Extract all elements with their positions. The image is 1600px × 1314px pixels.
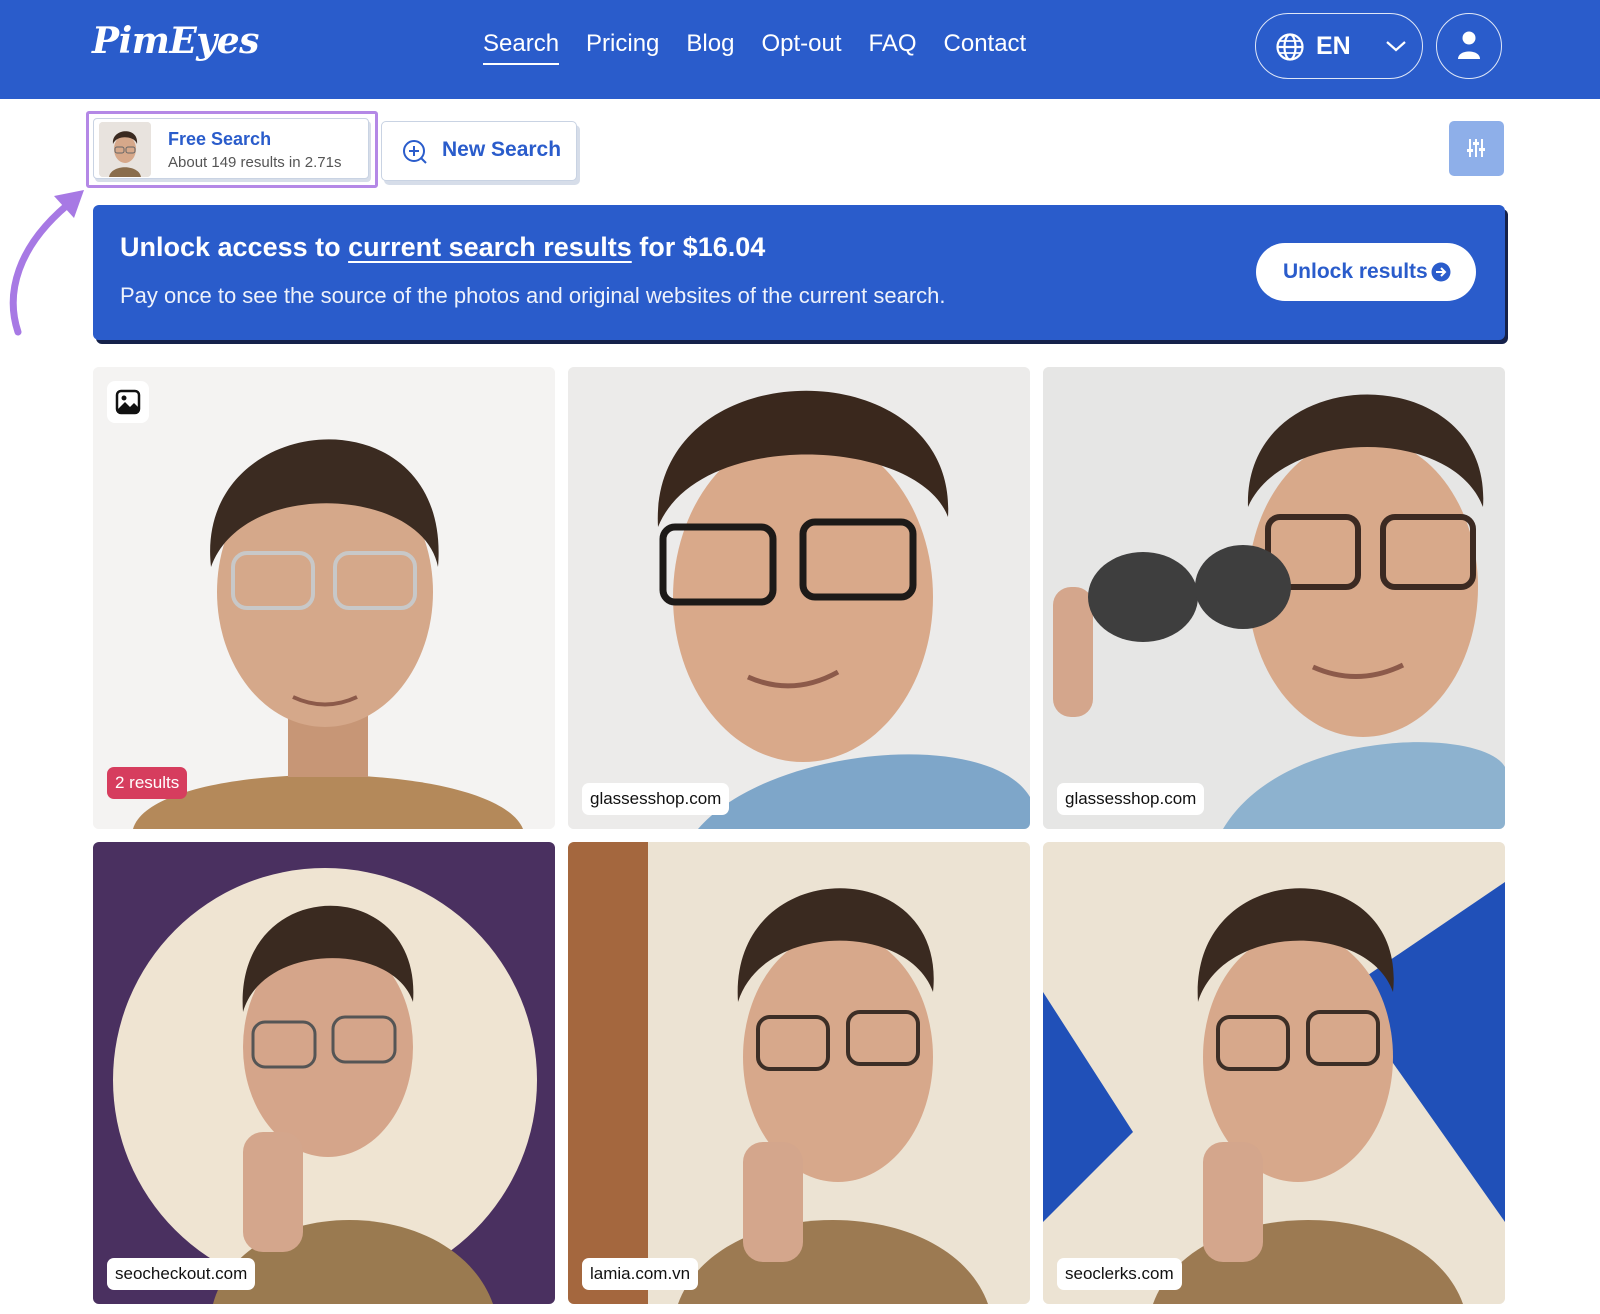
result-photo — [568, 367, 1030, 829]
image-icon — [115, 389, 141, 415]
source-site-label: glassesshop.com — [582, 783, 730, 815]
source-site-label: seoclerks.com — [1057, 1258, 1182, 1290]
result-card[interactable]: lamia.com.vn — [568, 842, 1030, 1304]
new-search-label: New Search — [442, 138, 562, 161]
nav-faq[interactable]: FAQ — [869, 30, 917, 65]
arrow-right-circle-icon — [1431, 262, 1451, 282]
nav-search[interactable]: Search — [483, 30, 560, 65]
result-card[interactable]: glassesshop.com — [568, 367, 1030, 829]
banner-title-prefix: Unlock access to — [120, 232, 349, 262]
unlock-banner: Unlock access to current search results … — [93, 205, 1505, 340]
result-photo — [93, 842, 555, 1304]
zoom-plus-icon — [403, 140, 427, 164]
sliders-icon — [1467, 139, 1485, 157]
new-search-button[interactable]: New Search — [381, 121, 577, 181]
current-results-link[interactable]: current search results — [348, 232, 632, 262]
result-photo — [568, 842, 1030, 1304]
user-icon — [1458, 31, 1480, 59]
free-search-title: Free Search — [168, 129, 272, 149]
unlock-results-label: Unlock results — [1283, 260, 1428, 283]
nav-opt-out[interactable]: Opt-out — [761, 30, 841, 65]
nav-blog[interactable]: Blog — [686, 30, 734, 65]
user-account-button[interactable] — [1436, 13, 1502, 79]
result-card[interactable]: glassesshop.com — [1043, 367, 1505, 829]
result-photo — [93, 367, 555, 829]
free-search-highlight: Free Search About 149 results in 2.71s — [86, 111, 378, 188]
source-site-label: lamia.com.vn — [582, 1258, 699, 1290]
chevron-down-icon — [1386, 41, 1406, 52]
result-photo — [1043, 367, 1505, 829]
result-card[interactable]: seocheckout.com — [93, 842, 555, 1304]
search-face-thumbnail — [99, 122, 151, 177]
results-count-text: About 149 results in 2.71s — [168, 154, 342, 171]
page: PimEyes Search Pricing Blog Opt-out FAQ … — [0, 0, 1600, 1314]
banner-subtitle: Pay once to see the source of the photos… — [120, 283, 946, 308]
filters-button[interactable] — [1449, 121, 1504, 176]
result-photo — [1043, 842, 1505, 1304]
pimeyes-logo[interactable]: PimEyes — [92, 20, 259, 62]
nav-contact[interactable]: Contact — [944, 30, 1027, 65]
annotation-arrow-icon — [9, 190, 84, 336]
language-code: EN — [1316, 32, 1351, 60]
source-site-label: seocheckout.com — [107, 1258, 256, 1290]
nav-pricing[interactable]: Pricing — [586, 30, 659, 65]
current-search-chip[interactable]: Free Search About 149 results in 2.71s — [93, 118, 369, 179]
result-card[interactable]: 2 results — [93, 367, 555, 829]
banner-title-price: for $16.04 — [631, 232, 766, 262]
language-selector[interactable]: EN — [1255, 13, 1423, 79]
main-nav: Search Pricing Blog Opt-out FAQ Contact — [483, 30, 1026, 65]
unlock-results-button[interactable]: Unlock results — [1256, 243, 1476, 301]
top-navbar: PimEyes Search Pricing Blog Opt-out FAQ … — [0, 0, 1600, 99]
result-card[interactable]: seoclerks.com — [1043, 842, 1505, 1304]
banner-title: Unlock access to current search results … — [120, 232, 765, 263]
results-count-badge: 2 results — [107, 767, 188, 799]
globe-icon — [1276, 33, 1304, 61]
image-type-badge — [107, 381, 149, 423]
source-site-label: glassesshop.com — [1057, 783, 1205, 815]
